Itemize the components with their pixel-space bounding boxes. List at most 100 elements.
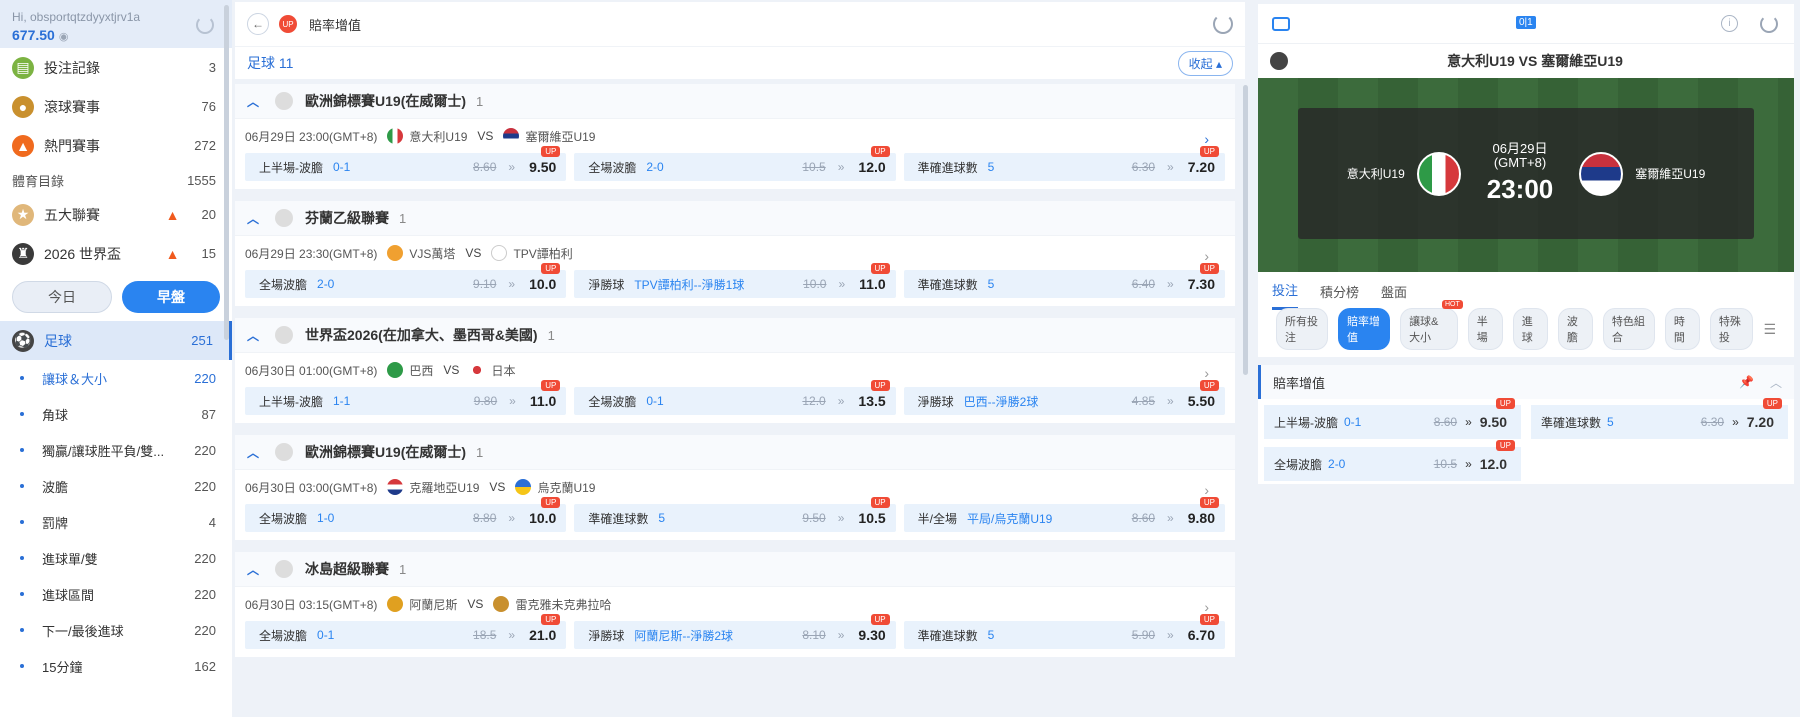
league-header[interactable]: ︿ 冰島超級聯賽 1 [235, 552, 1235, 587]
up-badge: UP [1199, 380, 1219, 391]
double-arrow-icon: » [508, 628, 516, 642]
double-arrow-icon: » [1465, 415, 1472, 429]
odds-cell[interactable]: 準確進球數 5 6.40» 7.30 UP [903, 263, 1225, 298]
league-header[interactable]: ︿ 世界盃2026(在加拿大、墨西哥&美國) 1 [235, 318, 1235, 353]
odds-cell[interactable]: 全場波膽 0-1 12.0» 13.5 UP [574, 380, 896, 415]
league-header[interactable]: ︿ 歐洲錦標賽U19(在威爾士) 1 [235, 435, 1235, 470]
chevron-up-icon[interactable]: ︿ [247, 327, 259, 344]
sidebar-item-top5[interactable]: ★ 五大聯賽 ▲ 20 [0, 195, 232, 234]
home-team: VJS萬塔 [409, 246, 456, 261]
vs-label: VS [467, 597, 484, 611]
eye-icon[interactable]: ◉ [59, 31, 69, 43]
up-badge: UP [1762, 398, 1782, 409]
tv-icon[interactable] [1272, 16, 1290, 31]
double-arrow-icon: » [509, 394, 516, 408]
today-button[interactable]: 今日 [12, 281, 112, 313]
sub-item[interactable]: 進球區間 220 [0, 576, 232, 612]
filter-icon[interactable]: ☰ [1763, 321, 1776, 338]
odds-boost-panel: 賠率增值 📌 ︿ 上半場-波膽 0-1 8.60» 9.50 UP 準確進球數 5 6.30»… [1258, 357, 1794, 484]
sidebar-item-bets[interactable]: ▤ 投注記錄 3 [0, 48, 232, 87]
day-toggle: 今日 早盤 [0, 273, 232, 321]
scoreboard-icon[interactable]: 0|1 [1516, 16, 1536, 29]
chip[interactable]: 所有投注 [1276, 308, 1329, 350]
refresh-icon[interactable] [1760, 15, 1778, 33]
sub-item[interactable]: 讓球＆大小 220 [0, 360, 232, 396]
scrollbar[interactable] [1243, 85, 1248, 375]
sub-item[interactable]: 獨贏/讓球胜平負/雙... 220 [0, 432, 232, 468]
sidebar-item-hot[interactable]: ▲ 熱門賽事 272 [0, 126, 232, 165]
match-time: 06月29日 23:30(GMT+8) [245, 246, 378, 261]
odds-cell[interactable]: 準確進球數 5 5.90» 6.70 UP [903, 614, 1225, 649]
away-flag-icon [515, 479, 532, 495]
up-badge: UP [541, 614, 561, 625]
chip[interactable]: 特殊投 [1709, 308, 1754, 350]
refresh-icon[interactable] [196, 16, 214, 34]
user-greeting: Hi, obsportqtzdyyxtjrv1a [12, 10, 141, 24]
sidebar-item-live[interactable]: ● 滾球賽事 76 [0, 87, 232, 126]
odds-cell[interactable]: 淨勝球 TPV譚柏利--淨勝1球 10.0» 11.0 UP [574, 263, 896, 298]
chip[interactable]: 半場 [1467, 308, 1503, 350]
odds-cell[interactable]: 準確進球數 5 6.30» 7.20 UP [1531, 398, 1788, 439]
sub-item[interactable]: 15分鐘 162 [0, 648, 232, 684]
chip[interactable]: 讓球&大小 HOT [1400, 300, 1463, 350]
match-row: 06月29日 23:00(GMT+8) 意大利U19 VS 塞爾維亞U19 › 上半場-波… [235, 119, 1235, 189]
odds-cell[interactable]: 全場波膽 1-0 8.80» 10.0 UP [245, 497, 567, 532]
chevron-up-icon[interactable]: ︿ [247, 561, 259, 578]
refresh-icon[interactable] [1213, 14, 1233, 34]
sub-item[interactable]: 罰牌 4 [0, 504, 232, 540]
sub-item[interactable]: 角球 87 [0, 396, 232, 432]
odds-cell[interactable]: 半/全場 平局/烏克蘭U19 8.60» 9.80 UP [903, 497, 1225, 532]
chip[interactable]: 進球 [1512, 308, 1548, 350]
match-time: 06月29日 23:00(GMT+8) [245, 129, 378, 144]
league-name: 冰島超級聯賽 [305, 561, 390, 577]
away-team: 塞爾維亞U19 [525, 129, 596, 144]
chevron-right-icon[interactable]: › [1204, 248, 1209, 264]
tab-bets[interactable]: 投注 [1272, 272, 1299, 310]
scrollbar[interactable] [224, 5, 229, 340]
pin-icon[interactable]: 📌 [1739, 375, 1754, 389]
sidebar-item-worldcup[interactable]: ♜ 2026 世界盃 ▲ 15 [0, 234, 232, 273]
up-badge: UP [1199, 263, 1219, 274]
chevron-up-icon[interactable]: ︿ [247, 444, 259, 461]
early-button[interactable]: 早盤 [122, 281, 220, 313]
tab-standings[interactable]: 積分榜 [1320, 282, 1359, 301]
odds-cell[interactable]: 上半場-波膽 0-1 8.60» 9.50 UP [245, 146, 567, 181]
league-header[interactable]: ︿ 歐洲錦標賽U19(在威爾士) 1 [235, 84, 1235, 119]
league-header[interactable]: ︿ 芬蘭乙級聯賽 1 [235, 201, 1235, 236]
collapse-button[interactable]: 收起 ▴ [1177, 50, 1233, 76]
chevron-up-icon[interactable]: ︿ [247, 210, 259, 227]
odds-cell[interactable]: 上半場-波膽 0-1 8.60» 9.50 UP [1264, 398, 1521, 439]
odds-cell[interactable]: 準確進球數 5 6.30» 7.20 UP [903, 146, 1225, 181]
odds-cell[interactable]: 全場波膽 0-1 18.5» 21.0 UP [245, 614, 567, 649]
info-icon[interactable]: i [1721, 15, 1738, 32]
odds-cell[interactable]: 淨勝球 巴西--淨勝2球 4.85» 5.50 UP [903, 380, 1225, 415]
away-team: 塞爾維亞U19 [1567, 151, 1705, 196]
up-badge: UP [541, 380, 561, 391]
chevron-right-icon[interactable]: › [1204, 482, 1209, 498]
league-block: ︿ 芬蘭乙級聯賽 1 06月29日 23:30(GMT+8) VJS萬塔 VS TPV譚柏利… [235, 201, 1235, 306]
odds-cell[interactable]: 上半場-波膽 1-1 9.80» 11.0 UP [245, 380, 567, 415]
chevron-up-icon[interactable]: ︿ [247, 93, 259, 110]
chip[interactable]: 時間 [1664, 308, 1700, 350]
chip[interactable]: 賠率增值 [1338, 308, 1391, 350]
odds-cell[interactable]: 淨勝球 阿蘭尼斯--淨勝2球 8.10» 9.30 UP [574, 614, 896, 649]
sub-item[interactable]: 波膽 220 [0, 468, 232, 504]
main-header: ← UP 賠率增值 [235, 2, 1245, 46]
odds-cell[interactable]: 全場波膽 2-0 10.5» 12.0 UP [574, 146, 896, 181]
odds-cell[interactable]: 全場波膽 2-0 10.5» 12.0 UP [1264, 440, 1521, 481]
chip[interactable]: 特色組合 [1602, 308, 1655, 350]
tab-board[interactable]: 盤面 [1381, 282, 1407, 301]
chevron-right-icon[interactable]: › [1204, 131, 1209, 147]
away-team: TPV譚柏利 [513, 246, 573, 261]
chevron-right-icon[interactable]: › [1204, 599, 1209, 615]
chip[interactable]: 波膽 [1557, 308, 1593, 350]
sub-item[interactable]: 進球單/雙 220 [0, 540, 232, 576]
odds-cell[interactable]: 準確進球數 5 9.50» 10.5 UP [574, 497, 896, 532]
chevron-up-icon[interactable]: ︿ [1770, 374, 1782, 391]
odds-cell[interactable]: 全場波膽 2-0 9.10» 10.0 UP [245, 263, 567, 298]
back-icon[interactable]: ← [247, 13, 269, 35]
sidebar-item-football[interactable]: ⚽ 足球 251 [0, 321, 232, 360]
chevron-right-icon[interactable]: › [1204, 365, 1209, 381]
sub-item[interactable]: 下一/最後進球 220 [0, 612, 232, 648]
home-team: 克羅地亞U19 [409, 480, 480, 495]
